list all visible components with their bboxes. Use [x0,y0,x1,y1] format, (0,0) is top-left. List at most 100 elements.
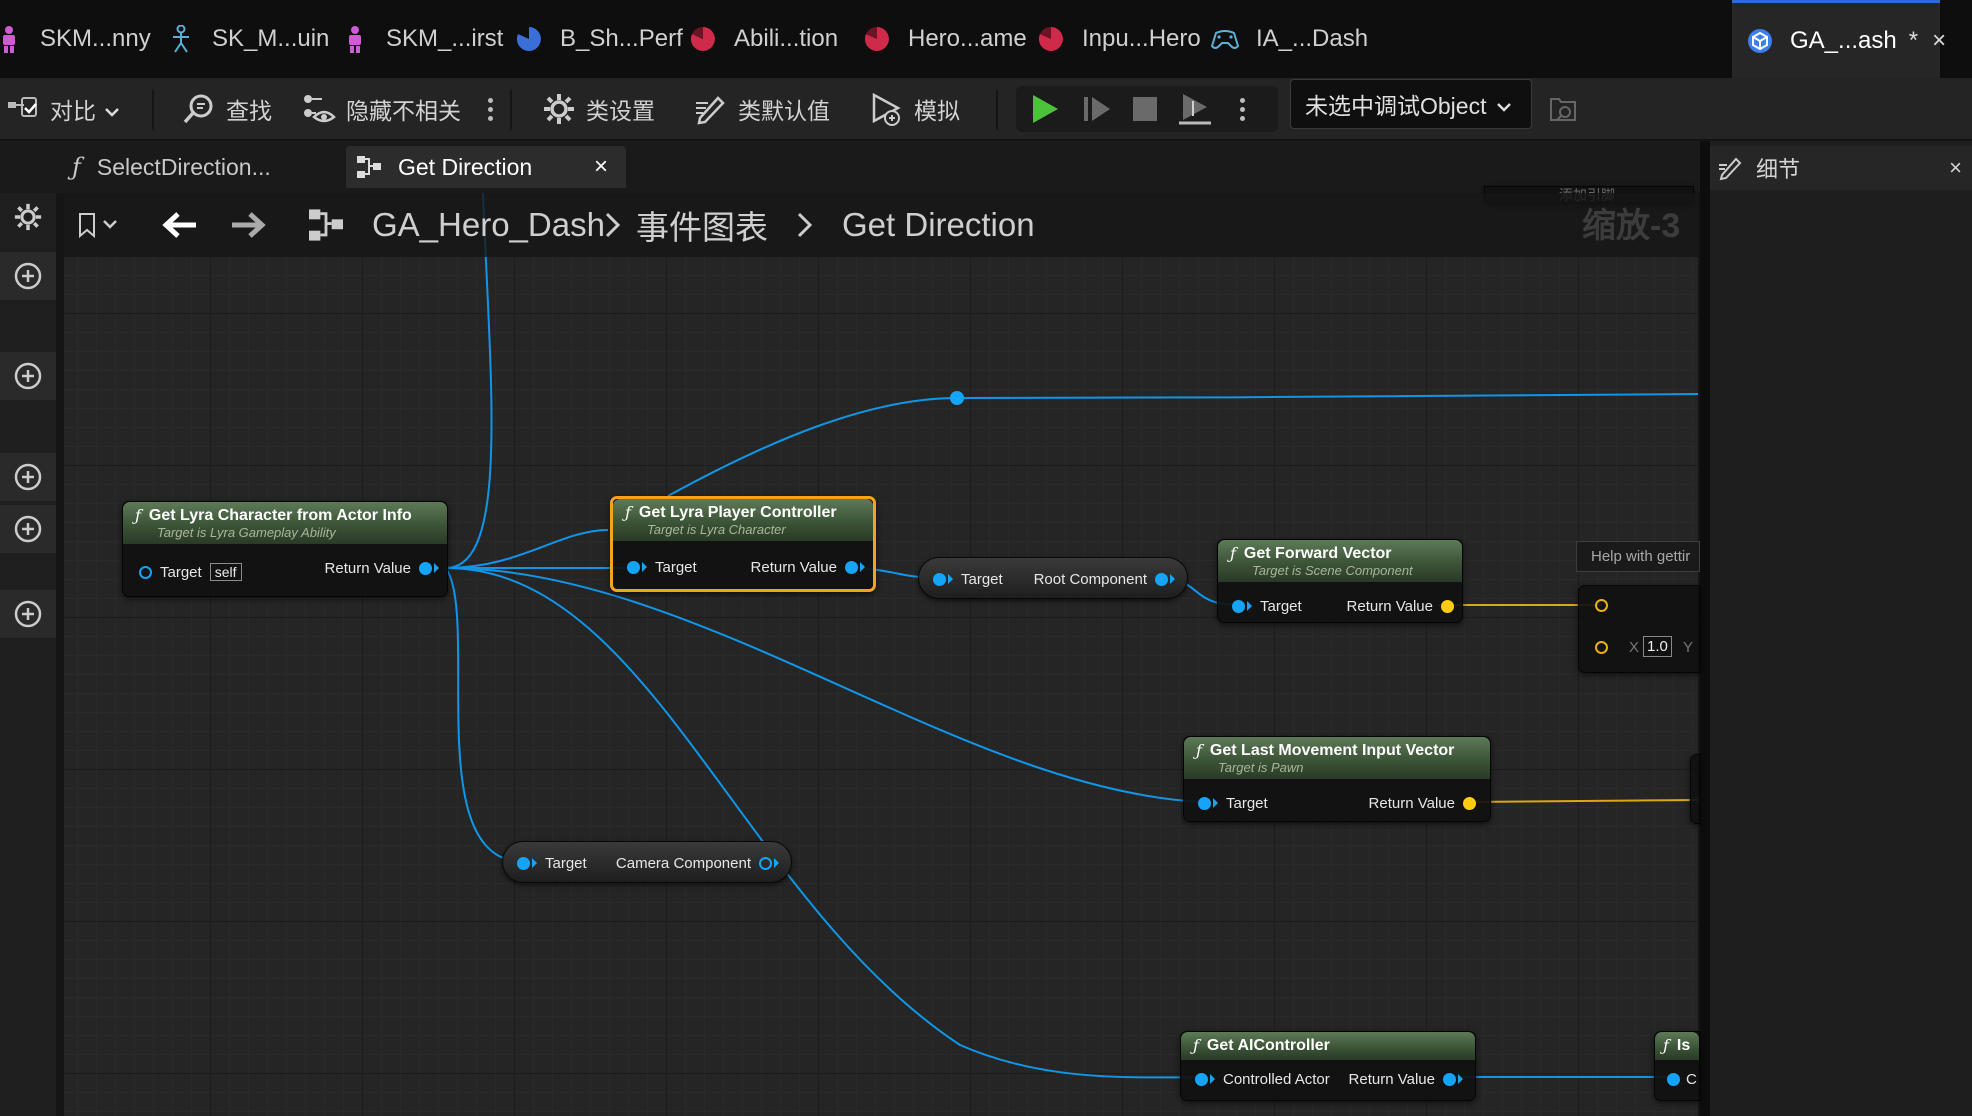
find-debug-button[interactable] [1546,78,1590,140]
asset-tab-b-shooter-perf[interactable]: B_Sh...Perf [514,0,683,78]
pin-return-value[interactable]: Return Value [325,557,439,579]
node-title: ƒ Get Lyra Player Controller [625,503,837,522]
asset-tab-ia-dash[interactable]: IA_...Dash [1210,0,1368,78]
pin-icon [845,560,858,574]
pin-target[interactable]: Target [933,568,1003,590]
pin-icon [933,572,946,586]
doc-tab-select-direction[interactable]: ƒ SelectDirection... [72,146,332,188]
class-defaults-button[interactable]: 类默认值 [694,78,830,140]
pin-return-value[interactable]: Return Value [1349,1068,1463,1090]
node-subtitle: Target is Scene Component [1252,563,1413,578]
pin-target[interactable]: Target [627,556,697,578]
pin-return-value[interactable]: Return Value [751,556,865,578]
bookmark-button[interactable] [76,193,120,257]
add-function-button[interactable] [0,352,56,400]
pin-return-value[interactable]: Return Value [1369,792,1476,814]
play-button[interactable] [1022,86,1068,132]
node-vector-partial[interactable]: X 1.0 Y [1578,585,1700,673]
graph-canvas[interactable] [64,193,1698,1116]
asset-tab-label: SKM_...irst [386,25,504,52]
asset-tab-hero-game[interactable]: Hero...ame [862,0,1027,78]
x-value-field[interactable]: 1.0 [1643,636,1672,657]
node-get-ai-controller[interactable]: ƒ Get AIController Controlled Actor Retur… [1180,1031,1476,1101]
node-is-partial[interactable]: ƒ Is C [1654,1031,1700,1101]
class-settings-button[interactable]: 类设置 [542,78,655,140]
node-get-forward-vector[interactable]: ƒ Get Forward Vector Target is Scene Comp… [1217,539,1463,623]
gear-icon [542,92,576,126]
eject-button[interactable] [1172,86,1218,132]
asset-tab-label: Hero...ame [908,25,1027,52]
asset-tab-input-hero[interactable]: Inpu...Hero [1036,0,1201,78]
node-title: ƒ Get Lyra Character from Actor Info [135,506,412,525]
default-value-box[interactable]: self [209,563,242,581]
breadcrumb-get-direction[interactable]: Get Direction [842,193,1035,257]
graph-type-icon [306,193,346,257]
asset-tab-sk-mannequin[interactable]: SK_M...uin [166,0,329,78]
back-button[interactable] [160,193,200,257]
simulate-button[interactable]: 模拟 [870,78,960,140]
details-panel [1700,141,1972,1116]
more-options-icon[interactable] [482,78,498,140]
asset-tab-ga-hero-dash[interactable]: GA_...ash * × [1732,0,1946,78]
find-button[interactable]: 查找 [182,78,272,140]
arrow-right-icon [232,212,266,238]
pin-icon [1198,796,1211,810]
class-defaults-label: 类默认值 [738,98,830,124]
asset-tab-label: GA_...ash [1790,26,1897,54]
node-get-root-component[interactable]: Target Root Component [918,557,1188,599]
close-panel-icon[interactable]: × [1949,155,1962,181]
pin-icon [1195,1072,1208,1086]
graph-settings-button[interactable] [0,193,56,241]
breadcrumb-separator-icon [604,193,622,257]
pin-target[interactable]: Target [1232,595,1302,617]
node-get-camera-component[interactable]: Target Camera Component [502,841,792,883]
forward-button[interactable] [228,193,268,257]
pin-target[interactable]: Target [1198,792,1268,814]
node-get-lyra-player-controller[interactable]: ƒ Get Lyra Player Controller Target is Ly… [610,496,876,592]
asset-tab-ability-action[interactable]: Abili...tion [688,0,838,78]
stop-button[interactable] [1122,86,1168,132]
partial-node-right[interactable] [1690,754,1700,824]
function-icon: ƒ [625,503,631,522]
add-variable-button[interactable] [0,505,56,553]
asset-tab-label: SK_M...uin [212,25,330,52]
close-tab-icon[interactable]: × [594,153,608,181]
add-macro-button[interactable] [0,453,56,501]
blueprint-icon [1746,26,1774,56]
data-asset-pie-icon [1036,24,1066,54]
diff-button[interactable]: 对比 [6,78,120,140]
debug-object-select[interactable]: 未选中调试Object [1290,79,1532,129]
close-tab-icon[interactable]: × [1932,27,1946,55]
breadcrumb-ga-hero-dash[interactable]: GA_Hero_Dash [372,193,605,257]
add-graph-button[interactable] [0,252,56,300]
pin-icon[interactable] [1595,599,1608,612]
doc-tab-get-direction[interactable]: Get Direction × [346,146,626,188]
pin-target[interactable]: Target [517,852,587,874]
eject-play-icon [1179,94,1211,125]
hide-unrelated-icon [302,92,336,126]
chevron-down-icon [1496,91,1512,118]
node-subtitle: Target is Lyra Character [647,522,786,537]
input-action-icon [1210,24,1240,54]
debug-object-value: 未选中调试Object [1305,93,1487,119]
pin-controlled-actor[interactable]: Controlled Actor [1195,1068,1330,1090]
pin-icon[interactable] [1595,641,1608,654]
breadcrumb-event-graph[interactable]: 事件图表 [636,193,768,257]
help-tooltip: Help with gettir [1576,541,1700,572]
pin-input[interactable]: C [1667,1068,1697,1090]
play-options-icon[interactable] [1234,78,1250,140]
add-dispatcher-button[interactable] [0,590,56,638]
node-get-lyra-character[interactable]: ƒ Get Lyra Character from Actor Info Targ… [122,501,448,597]
hide-unrelated-button[interactable]: 隐藏不相关 [302,78,461,140]
plus-circle-icon [14,362,42,390]
asset-tab-skm-bunny[interactable]: SKM...nny [0,0,151,78]
plus-circle-icon [14,463,42,491]
asset-tab-label: SKM...nny [40,25,151,52]
pin-root-component[interactable]: Root Component [1034,568,1175,590]
node-get-last-movement-input[interactable]: ƒ Get Last Movement Input Vector Target i… [1183,736,1491,822]
advance-frame-button[interactable] [1074,86,1120,132]
pin-camera-component[interactable]: Camera Component [616,852,779,874]
pin-target[interactable]: Target self [139,561,242,583]
asset-tab-skm-first[interactable]: SKM_...irst [340,0,503,78]
pin-return-value[interactable]: Return Value [1347,595,1454,617]
